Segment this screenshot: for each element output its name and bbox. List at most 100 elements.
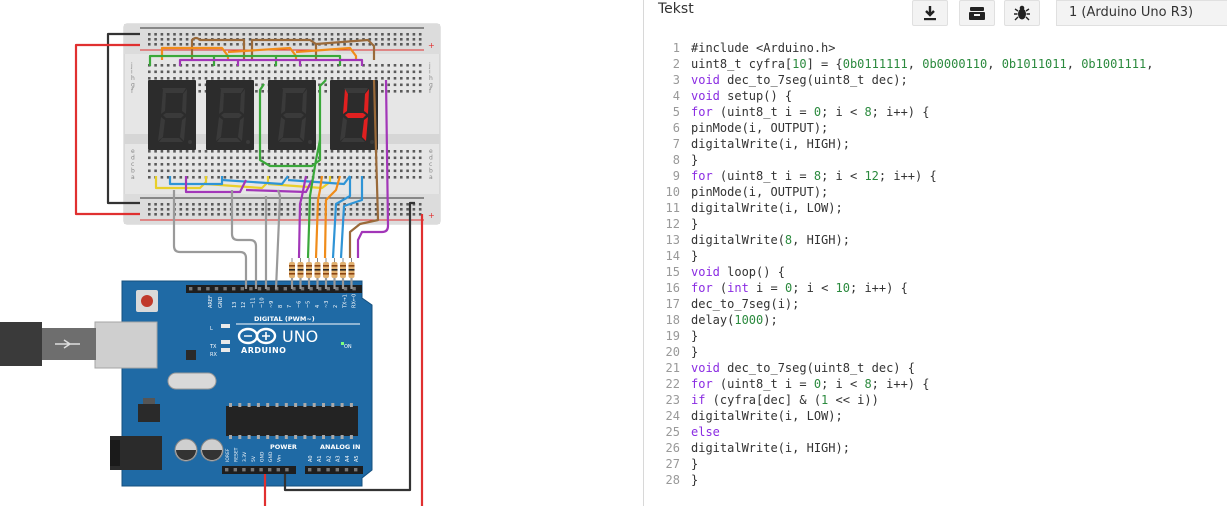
breadboard-hole	[368, 163, 372, 166]
code-line[interactable]: pinMode(i, OUTPUT);	[691, 120, 1227, 136]
code-line[interactable]: digitalWrite(i, HIGH);	[691, 136, 1227, 152]
code-line[interactable]: }	[691, 216, 1227, 232]
breadboard-hole	[198, 150, 201, 153]
breadboard-hole	[343, 43, 346, 46]
breadboard-hole	[166, 208, 170, 211]
breadboard-hole	[255, 64, 258, 67]
code-line[interactable]: digitalWrite(i, LOW);	[691, 200, 1227, 216]
code-line[interactable]: void dec_to_7seg(uint8_t dec);	[691, 72, 1227, 88]
code-line[interactable]: void loop() {	[691, 264, 1227, 280]
digital-pin-label: ~5	[306, 301, 312, 308]
code-line[interactable]: digitalWrite(8, HIGH);	[691, 232, 1227, 248]
breadboard-hole	[148, 208, 151, 211]
breadboard-hole	[198, 156, 201, 160]
breadboard-hole	[337, 169, 340, 173]
breadboard-hole	[274, 208, 277, 211]
code-line[interactable]: #include <Arduino.h>	[691, 40, 1227, 56]
breadboard-hole	[148, 169, 151, 173]
breadboard-hole	[267, 150, 271, 153]
code-mode-title[interactable]: Tekst	[658, 1, 694, 17]
breadboard-hole	[217, 163, 220, 166]
display-segment	[159, 138, 183, 142]
breadboard-hole	[267, 213, 271, 216]
breadboard-hole	[185, 163, 189, 166]
code-line[interactable]: for (uint8_t i = 0; i < 8; i++) {	[691, 376, 1227, 392]
breadboard-hole	[166, 33, 170, 36]
breadboard-hole	[261, 169, 264, 173]
breadboard-hole	[381, 83, 384, 87]
code-line[interactable]: uint8_t cyfra[10] = {0b0111111, 0b000011…	[691, 56, 1227, 72]
download-button[interactable]	[912, 0, 948, 26]
analog-pin-label: A0	[308, 455, 314, 462]
breadboard-hole	[387, 64, 390, 67]
code-lines[interactable]: #include <Arduino.h> uint8_t cyfra[10] = …	[691, 40, 1227, 488]
breadboard-hole	[368, 169, 372, 173]
breadboard-hole	[318, 64, 321, 67]
code-line[interactable]: }	[691, 344, 1227, 360]
code-line[interactable]: void setup() {	[691, 88, 1227, 104]
library-button[interactable]	[959, 0, 995, 26]
breadboard-hole	[292, 43, 296, 46]
resistor-band	[331, 273, 338, 275]
header-pin	[232, 287, 236, 291]
code-line[interactable]: else	[691, 424, 1227, 440]
chip-pin	[229, 403, 232, 407]
power-pin-label: GND	[268, 451, 274, 462]
breadboard-hole	[368, 156, 372, 160]
code-line[interactable]: for (int i = 0; i < 10; i++) {	[691, 280, 1227, 296]
breadboard-hole	[368, 150, 372, 153]
code-line[interactable]: if (cyfra[dec] & (1 << i))	[691, 392, 1227, 408]
code-line[interactable]: }	[691, 328, 1227, 344]
breadboard-hole	[418, 70, 422, 74]
breadboard-hole	[387, 83, 390, 87]
breadboard-hole	[406, 43, 409, 46]
download-icon	[924, 6, 936, 21]
digital-pin-label: 2	[333, 305, 339, 308]
code-line[interactable]: delay(1000);	[691, 312, 1227, 328]
breadboard-hole	[393, 38, 397, 41]
breadboard-hole	[267, 169, 271, 173]
breadboard-hole	[160, 169, 164, 173]
code-line[interactable]: }	[691, 152, 1227, 168]
breadboard-hole	[337, 208, 340, 211]
code-line[interactable]: }	[691, 456, 1227, 472]
breadboard-hole	[242, 33, 246, 36]
breadboard-hole	[292, 213, 296, 216]
code-line[interactable]: digitalWrite(i, HIGH);	[691, 440, 1227, 456]
breadboard-hole	[166, 150, 170, 153]
breadboard-hole	[217, 208, 220, 211]
device-select[interactable]: 1 (Arduino Uno R3)	[1056, 0, 1227, 26]
code-line[interactable]: dec_to_7seg(i);	[691, 296, 1227, 312]
code-line[interactable]: void dec_to_7seg(uint8_t dec) {	[691, 360, 1227, 376]
chip-pin	[266, 403, 270, 407]
chip-pin	[238, 435, 242, 439]
voltage-regulator-tab	[143, 398, 155, 404]
code-line[interactable]: for (uint8_t i = 8; i < 12; i++) {	[691, 168, 1227, 184]
breadboard-hole	[255, 83, 258, 87]
code-line[interactable]: }	[691, 248, 1227, 264]
code-line[interactable]: for (uint8_t i = 0; i < 8; i++) {	[691, 104, 1227, 120]
debugger-button[interactable]	[1004, 0, 1040, 26]
decimal-point	[188, 140, 192, 144]
breadboard-hole	[349, 150, 353, 153]
chip-pin	[340, 403, 344, 407]
breadboard-hole	[280, 150, 283, 153]
chip-pin	[331, 403, 335, 407]
code-line[interactable]: pinMode(i, OUTPUT);	[691, 184, 1227, 200]
code-line[interactable]: digitalWrite(i, LOW);	[691, 408, 1227, 424]
breadboard-hole	[299, 169, 302, 173]
code-line[interactable]: }	[691, 472, 1227, 488]
breadboard-hole	[267, 70, 271, 74]
circuit-canvas[interactable]: + + j j i i h h g g f f e e d d c c b b a a DIGITAL (PWM~) ARDU…	[0, 0, 643, 506]
breadboard-hole	[255, 33, 258, 36]
breadboard-hole	[311, 64, 315, 67]
code-body[interactable]: 1 2 3 4 5 6 7 8 9 10 11 12 13 14 15 16 17 18 19 20 21 22 23 24 2…	[644, 40, 1227, 506]
chip-pin	[331, 435, 335, 439]
reset-button[interactable]	[141, 295, 153, 307]
line-number: 15	[665, 265, 680, 279]
display-segment	[162, 88, 186, 93]
header-pin	[326, 287, 330, 291]
header-pin	[257, 287, 262, 291]
breadboard-hole	[337, 163, 340, 166]
circuit-svg[interactable]: ++j ji ih hg gf fe ed dc cb ba aDIGITAL (PWM~)ARDU…	[0, 0, 643, 506]
